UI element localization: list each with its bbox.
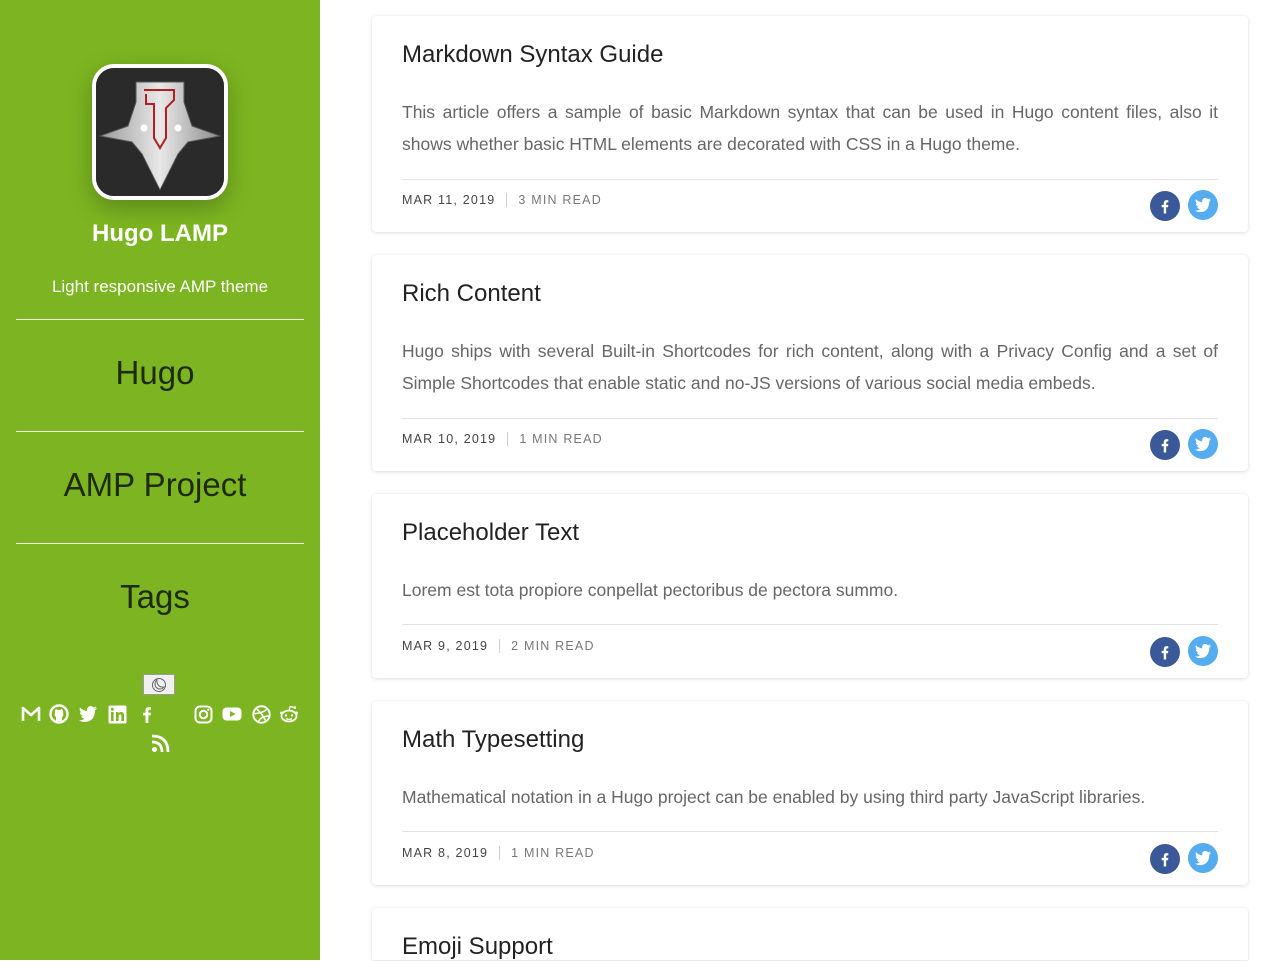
moon-icon — [152, 677, 166, 692]
menu-divider — [16, 431, 304, 432]
twitter-icon — [1194, 850, 1211, 866]
post-card: Math Typesetting Mathematical notation i… — [372, 701, 1248, 885]
logo-image — [96, 68, 224, 196]
gmail-icon[interactable] — [21, 704, 41, 724]
site-title[interactable]: Hugo LAMP — [0, 220, 320, 248]
rss-icon[interactable] — [150, 733, 170, 753]
twitter-share-button[interactable] — [1188, 190, 1218, 220]
post-date: MAR 10, 2019 — [402, 432, 497, 446]
twitter-icon — [1194, 197, 1211, 213]
menu-item-hugo[interactable]: Hugo — [0, 354, 310, 392]
site-logo[interactable] — [92, 64, 228, 200]
post-title[interactable]: Placeholder Text — [402, 519, 579, 547]
post-date: MAR 11, 2019 — [402, 193, 496, 207]
site-description: Light responsive AMP theme — [51, 277, 269, 296]
post-card: Emoji Support — [372, 908, 1248, 960]
post-divider — [402, 179, 1218, 180]
meta-separator — [506, 193, 508, 207]
post-divider — [402, 831, 1218, 832]
youtube-icon[interactable] — [222, 704, 242, 724]
facebook-icon[interactable] — [137, 704, 157, 724]
post-title[interactable]: Math Typesetting — [402, 726, 584, 754]
post-meta: MAR 9, 2019 2 MIN READ — [402, 639, 595, 653]
facebook-share-button[interactable] — [1150, 430, 1180, 460]
post-card: Markdown Syntax Guide This article offer… — [372, 16, 1248, 232]
menu-divider — [16, 319, 304, 320]
twitter-icon[interactable] — [78, 704, 98, 724]
post-divider — [402, 624, 1218, 625]
meta-separator — [499, 846, 501, 860]
post-summary: Lorem est tota propiore conpellat pector… — [402, 580, 899, 600]
sidebar: Hugo LAMP Light responsive AMP theme Hug… — [0, 0, 320, 960]
meta-separator — [507, 432, 509, 446]
reddit-icon[interactable] — [279, 704, 299, 724]
menu-item-tags[interactable]: Tags — [0, 578, 310, 616]
post-read-time: 1 MIN READ — [519, 432, 603, 446]
post-meta: MAR 8, 2019 1 MIN READ — [402, 846, 595, 860]
post-read-time: 2 MIN READ — [511, 639, 595, 653]
post-date: MAR 9, 2019 — [402, 639, 489, 653]
twitter-share-button[interactable] — [1188, 843, 1218, 873]
post-meta: MAR 10, 2019 1 MIN READ — [402, 432, 603, 446]
twitter-share-button[interactable] — [1188, 636, 1218, 666]
facebook-icon — [1161, 853, 1169, 867]
post-summary: Mathematical notation in a Hugo project … — [402, 787, 1146, 807]
post-read-time: 1 MIN READ — [511, 846, 595, 860]
facebook-share-button[interactable] — [1150, 637, 1180, 667]
twitter-share-button[interactable] — [1188, 429, 1218, 459]
post-meta: MAR 11, 2019 3 MIN READ — [402, 193, 602, 207]
post-card: Placeholder Text Lorem est tota propiore… — [372, 494, 1248, 678]
instagram-icon[interactable] — [193, 704, 213, 724]
post-title[interactable]: Rich Content — [402, 280, 541, 308]
post-summary: This article offers a sample of basic Ma… — [402, 102, 1218, 154]
post-summary: Hugo ships with several Built-in Shortco… — [402, 341, 1218, 393]
dribbble-icon[interactable] — [251, 704, 271, 724]
menu-divider — [16, 543, 304, 544]
twitter-icon — [1194, 436, 1211, 452]
post-title[interactable]: Emoji Support — [402, 933, 553, 961]
post-read-time: 3 MIN READ — [518, 193, 602, 207]
facebook-share-button[interactable] — [1150, 844, 1180, 874]
post-date: MAR 8, 2019 — [402, 846, 489, 860]
post-card: Rich Content Hugo ships with several Bui… — [372, 255, 1248, 471]
meta-separator — [499, 639, 501, 653]
post-divider — [402, 418, 1218, 419]
menu-item-amp-project[interactable]: AMP Project — [0, 466, 310, 504]
twitter-icon — [1194, 643, 1211, 659]
facebook-icon — [1161, 200, 1169, 214]
theme-toggle-button[interactable] — [143, 674, 175, 695]
github-icon[interactable] — [49, 704, 69, 724]
facebook-icon — [1161, 646, 1169, 660]
linkedin-icon[interactable] — [107, 704, 127, 724]
facebook-icon — [1161, 439, 1169, 453]
facebook-share-button[interactable] — [1150, 191, 1180, 221]
post-title[interactable]: Markdown Syntax Guide — [402, 41, 663, 69]
